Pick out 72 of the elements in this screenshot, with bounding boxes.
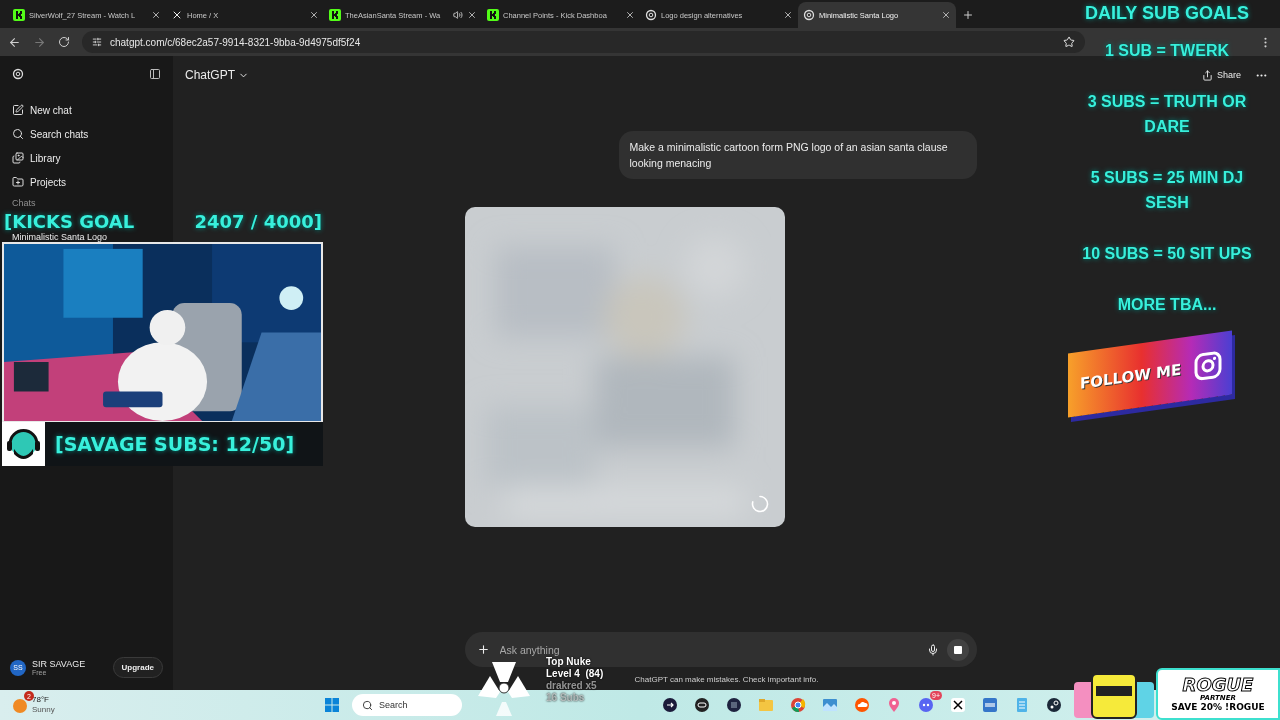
stop-icon <box>953 645 962 654</box>
kicks-goal-label: [KICKS GOAL <box>4 212 135 232</box>
toggle-icon[interactable] <box>694 697 710 713</box>
windows-icon[interactable] <box>324 697 340 713</box>
browser-icon[interactable] <box>790 697 806 713</box>
close-icon[interactable] <box>783 10 793 20</box>
alert-user: drakred x5 <box>546 680 598 692</box>
alert-subs: 16 Subs <box>546 692 586 704</box>
kick-icon <box>329 9 341 21</box>
sub-goal: 5 SUBS = 25 MIN DJ SESH <box>1089 168 1245 213</box>
close-icon[interactable] <box>309 10 319 20</box>
sidebar-item[interactable]: Library <box>6 146 167 170</box>
goals-title: DAILY SUB GOALS <box>1085 2 1249 25</box>
kicks-goal-count: 2407 / 4000] <box>194 212 322 232</box>
alert-title: Top Nuke <box>546 656 592 668</box>
map-pin-icon[interactable] <box>886 697 902 713</box>
app-tile-icon[interactable] <box>982 697 998 713</box>
upgrade-button[interactable]: Upgrade <box>112 657 163 678</box>
speaker-icon[interactable] <box>453 10 463 20</box>
sidebar-item[interactable]: Search chats <box>6 122 167 146</box>
user-name: SIR SAVAGE <box>32 659 86 669</box>
sun-icon <box>12 697 28 713</box>
sidebar-item[interactable]: New chat <box>6 98 167 122</box>
model-selector[interactable]: ChatGPT <box>185 64 249 86</box>
sidebar-item[interactable]: Projects <box>6 170 167 194</box>
sub-goal: 1 SUB = TWERK <box>1105 41 1229 61</box>
forward-icon[interactable] <box>33 35 46 49</box>
loading-spinner-icon <box>750 495 769 513</box>
chat-app-icon[interactable] <box>918 697 934 713</box>
back-icon[interactable] <box>8 35 21 49</box>
new-chat-icon <box>12 104 24 116</box>
site-settings-icon[interactable] <box>92 37 102 47</box>
close-icon[interactable] <box>941 10 951 20</box>
alert-level: Level 4 (84) <box>546 668 604 680</box>
sub-goal: 10 SUBS = 50 SIT UPS <box>1082 244 1252 264</box>
user-message: Make a minimalistic cartoon form PNG logo of an asian santa clause looking menacing <box>618 131 977 179</box>
x-logo-icon <box>171 9 183 21</box>
cloud-icon[interactable] <box>854 697 870 713</box>
weather-condition: Sunny <box>32 705 55 715</box>
steam-icon[interactable] <box>1046 697 1062 713</box>
sidebar-toggle-icon[interactable] <box>149 68 161 80</box>
kick-icon <box>13 9 25 21</box>
message-input[interactable]: Ask anything <box>497 642 919 657</box>
landscape-icon[interactable] <box>822 697 838 713</box>
images-icon <box>12 152 24 164</box>
follow-banner: FOLLOW ME <box>1068 330 1232 418</box>
kick-icon <box>487 9 499 21</box>
reload-icon[interactable] <box>58 36 70 48</box>
terminal-icon[interactable] <box>662 697 678 713</box>
disclaimer: ChatGPT can make mistakes. Check important info. <box>634 675 819 684</box>
stop-button[interactable] <box>946 638 969 661</box>
share-button[interactable]: Share <box>1201 69 1241 81</box>
sub-goal: 3 SUBS = TRUTH OR DARE <box>1086 92 1248 137</box>
camera-icon <box>1194 349 1222 382</box>
close-icon[interactable] <box>467 10 477 20</box>
share-icon <box>1201 69 1213 81</box>
temperature: 78°F <box>32 695 50 705</box>
search-icon <box>362 699 373 711</box>
section-heading: Chats <box>11 198 37 208</box>
close-icon[interactable] <box>151 10 161 20</box>
search-icon <box>12 128 24 140</box>
address-bar[interactable]: chatgpt.com/c/68ec2a57-9914-8321-9bba-9d4975df5f24 <box>82 31 1085 53</box>
add-icon[interactable] <box>476 643 490 656</box>
taskbar-search[interactable]: Search <box>352 694 462 716</box>
microphone-icon[interactable] <box>926 643 939 656</box>
folder-plus-icon <box>12 176 24 188</box>
close-icon[interactable] <box>625 10 635 20</box>
subs-goal: [SAVAGE SUBS: 12/50] <box>55 433 295 455</box>
star-icon[interactable] <box>1063 36 1075 48</box>
new-tab-icon[interactable] <box>962 9 974 21</box>
chat-history-item[interactable]: Minimalistic Santa Logo <box>6 232 114 242</box>
sub-goal: MORE TBA... <box>1117 295 1217 315</box>
